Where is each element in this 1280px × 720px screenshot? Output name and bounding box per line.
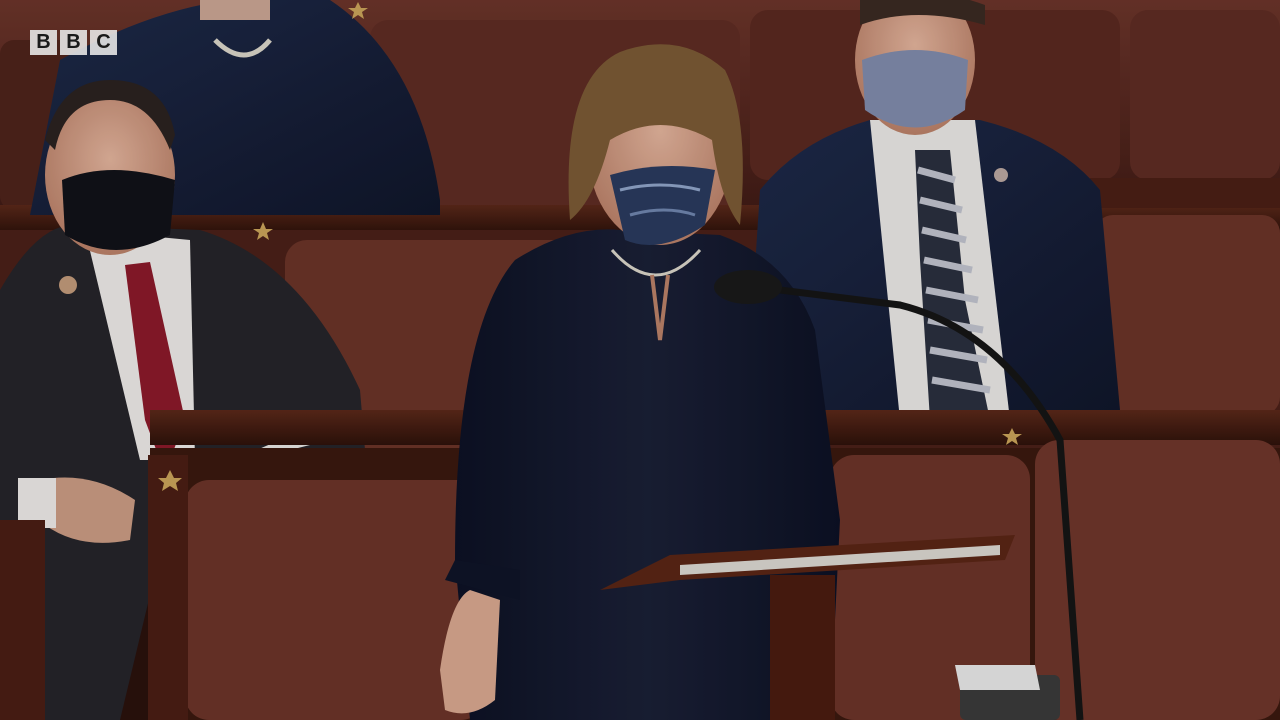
bbc-logo: B B C: [30, 30, 117, 55]
logo-letter: B: [30, 30, 57, 55]
logo-letter: B: [60, 30, 87, 55]
logo-letter: C: [90, 30, 117, 55]
house-chamber-scene: [0, 0, 1280, 720]
